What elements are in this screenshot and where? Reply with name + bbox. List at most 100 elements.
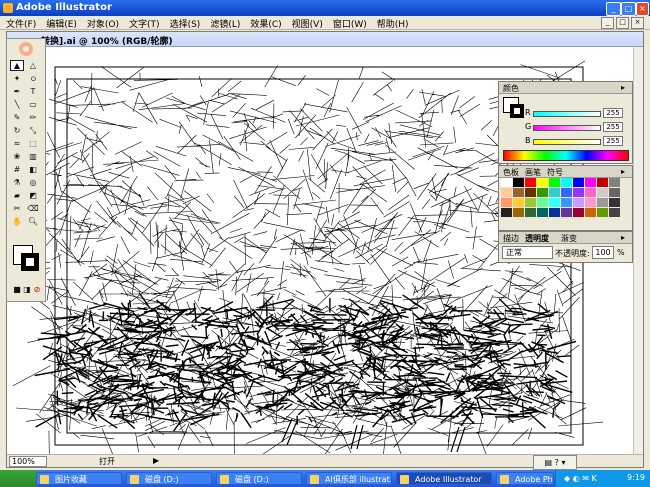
- swatch[interactable]: [549, 198, 560, 207]
- language-bar[interactable]: ▤ ? ▾: [533, 455, 577, 470]
- red-slider[interactable]: [533, 111, 601, 117]
- selection-tool-icon[interactable]: ▲: [10, 60, 24, 71]
- close-button[interactable]: ×: [636, 2, 649, 16]
- swatch[interactable]: [501, 178, 512, 187]
- menu-select[interactable]: 选择(S): [170, 17, 201, 30]
- swatch[interactable]: [513, 178, 524, 187]
- zoom-level-field[interactable]: 100%: [9, 456, 47, 467]
- swatch[interactable]: [513, 188, 524, 197]
- green-value-input[interactable]: 255: [603, 122, 623, 132]
- mesh-tool-icon[interactable]: #: [10, 164, 24, 175]
- opacity-input[interactable]: 100: [592, 246, 614, 259]
- rectangle-tool-icon[interactable]: ▭: [26, 99, 40, 110]
- tray-icons[interactable]: ◆ ◐ ✉ K: [564, 474, 597, 483]
- swatch[interactable]: [573, 198, 584, 207]
- swatch[interactable]: [597, 208, 608, 217]
- swatch[interactable]: [549, 188, 560, 197]
- tab-swatches[interactable]: 色板: [503, 167, 519, 178]
- magic-wand-tool-icon[interactable]: ✦: [10, 73, 24, 84]
- doc-minimize-button[interactable]: _: [601, 17, 614, 29]
- hand-tool-icon[interactable]: ✋: [10, 216, 24, 227]
- swatch[interactable]: [609, 198, 620, 207]
- tab-stroke[interactable]: 描边: [503, 233, 519, 244]
- rotate-tool-icon[interactable]: ↻: [10, 125, 24, 136]
- swatch[interactable]: [585, 208, 596, 217]
- blend-mode-select[interactable]: 正常: [502, 246, 553, 259]
- swatch[interactable]: [525, 208, 536, 217]
- swatch[interactable]: [549, 178, 560, 187]
- slice-tool-icon[interactable]: ◩: [26, 190, 40, 201]
- task-ai-club-browser[interactable]: AI俱乐部 illustrat...: [306, 472, 392, 485]
- swatch[interactable]: [561, 188, 572, 197]
- menu-window[interactable]: 窗口(W): [333, 17, 367, 30]
- tab-symbols[interactable]: 符号: [547, 167, 563, 178]
- swatch[interactable]: [573, 188, 584, 197]
- menu-file[interactable]: 文件(F): [6, 17, 36, 30]
- panel-menu-icon[interactable]: ▸: [621, 83, 625, 92]
- tab-brushes[interactable]: 画笔: [525, 167, 541, 178]
- swatch[interactable]: [501, 198, 512, 207]
- scale-tool-icon[interactable]: ⤡: [26, 125, 40, 136]
- minimize-button[interactable]: _: [606, 2, 621, 16]
- menu-view[interactable]: 视图(V): [292, 17, 323, 30]
- task-adobe-photoshop[interactable]: Adobe Photoshop: [496, 472, 554, 485]
- eyedropper-tool-icon[interactable]: ⚗: [10, 177, 24, 188]
- task-picture-collection[interactable]: 图片收藏: [36, 472, 122, 485]
- swatch[interactable]: [609, 188, 620, 197]
- pen-tool-icon[interactable]: ✒: [10, 86, 24, 97]
- blend-tool-icon[interactable]: ◎: [26, 177, 40, 188]
- maximize-button[interactable]: □: [621, 2, 636, 16]
- swatch[interactable]: [525, 198, 536, 207]
- blue-value-input[interactable]: 255: [603, 136, 623, 146]
- doc-restore-button[interactable]: □: [616, 17, 629, 29]
- swatch[interactable]: [501, 208, 512, 217]
- swatch[interactable]: [609, 178, 620, 187]
- swatch[interactable]: [561, 208, 572, 217]
- swatch[interactable]: [585, 188, 596, 197]
- menu-object[interactable]: 对象(O): [87, 17, 119, 30]
- swatch[interactable]: [585, 198, 596, 207]
- live-paint-tool-icon[interactable]: ▰: [10, 190, 24, 201]
- doc-close-button[interactable]: ×: [631, 17, 644, 29]
- swatch[interactable]: [537, 208, 548, 217]
- swatch[interactable]: [561, 198, 572, 207]
- swatch[interactable]: [537, 178, 548, 187]
- graph-tool-icon[interactable]: ▥: [26, 151, 40, 162]
- lasso-tool-icon[interactable]: ഠ: [26, 73, 40, 84]
- swatches-menu-icon[interactable]: ▸: [621, 167, 625, 176]
- swatch[interactable]: [561, 178, 572, 187]
- blue-slider[interactable]: [533, 139, 601, 145]
- color-spectrum-bar[interactable]: [503, 150, 629, 161]
- status-menu-arrow-icon[interactable]: ▶: [153, 456, 159, 465]
- green-slider[interactable]: [533, 125, 601, 131]
- menu-type[interactable]: 文字(T): [129, 17, 160, 30]
- swatch[interactable]: [573, 208, 584, 217]
- tab-transparency[interactable]: 透明度: [525, 233, 549, 244]
- swatch[interactable]: [597, 188, 608, 197]
- zoom-tool-icon[interactable]: 🔍︎: [26, 216, 40, 227]
- vertical-scrollbar[interactable]: [633, 47, 643, 455]
- swatch[interactable]: [573, 178, 584, 187]
- swatch[interactable]: [501, 188, 512, 197]
- pencil-tool-icon[interactable]: ✏: [26, 112, 40, 123]
- paintbrush-tool-icon[interactable]: ✎: [10, 112, 24, 123]
- symbol-sprayer-tool-icon[interactable]: ❀: [10, 151, 24, 162]
- task-disk-d-1[interactable]: 磁盘 (D:): [126, 472, 212, 485]
- line-tool-icon[interactable]: ╲: [10, 99, 24, 110]
- swatch[interactable]: [537, 198, 548, 207]
- swatch[interactable]: [525, 188, 536, 197]
- tab-gradient[interactable]: 渐变: [561, 233, 577, 244]
- direct-selection-tool-icon[interactable]: △: [26, 60, 40, 71]
- menu-help[interactable]: 帮助(H): [377, 17, 409, 30]
- swatch[interactable]: [525, 178, 536, 187]
- tab-color[interactable]: 颜色: [503, 83, 519, 94]
- none-mode-icon[interactable]: ⊘: [30, 284, 44, 295]
- menu-filter[interactable]: 滤镜(L): [210, 17, 240, 30]
- task-disk-d-2[interactable]: 磁盘 (D:): [216, 472, 302, 485]
- type-tool-icon[interactable]: T: [26, 86, 40, 97]
- warp-tool-icon[interactable]: ≈: [10, 138, 24, 149]
- swatch[interactable]: [537, 188, 548, 197]
- swatch[interactable]: [549, 208, 560, 217]
- swatch[interactable]: [585, 178, 596, 187]
- stroke-color-swatch[interactable]: [21, 253, 39, 271]
